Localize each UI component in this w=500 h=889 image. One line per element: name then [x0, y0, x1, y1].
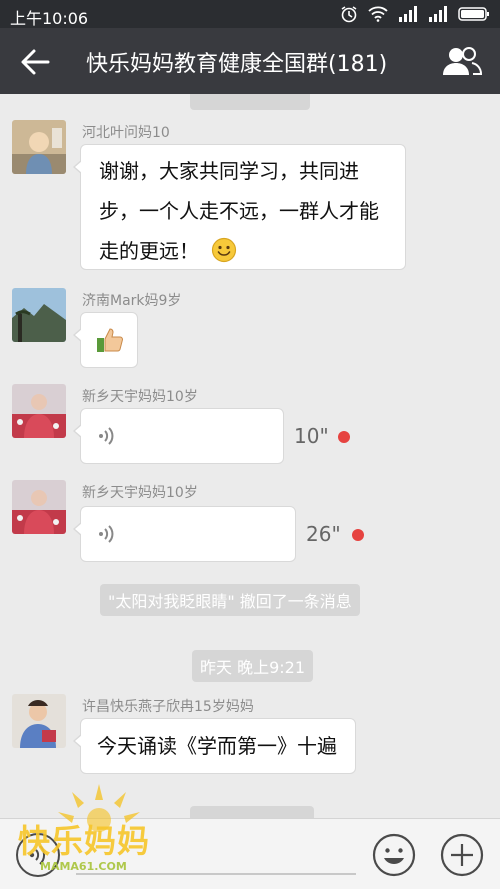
voice-duration: 26" [306, 522, 341, 546]
avatar[interactable] [12, 694, 66, 748]
sender-name: 济南Mark妈9岁 [82, 293, 182, 309]
signal-icon [429, 6, 447, 22]
sender-name: 许昌快乐燕子欣冉15岁妈妈 [82, 699, 254, 715]
chat-title: 快乐妈妈教育健康全国群(181) [86, 52, 388, 77]
status-time: 上午10:06 [10, 9, 89, 28]
text-message-bubble[interactable]: 谢谢，大家共同学习，共同进 步，一个人走不远，一群人才能 走的更远！ [73, 144, 406, 270]
timestamp-chip-partial [190, 94, 310, 110]
status-icons [340, 5, 490, 23]
voice-message-bubble[interactable] [73, 506, 296, 562]
status-bar: 上午10:06 [0, 0, 500, 28]
unread-dot [352, 529, 364, 541]
title-bar: 快乐妈妈教育健康全国群(181) [0, 28, 500, 94]
plus-button-icon[interactable] [440, 833, 484, 877]
avatar[interactable] [12, 288, 66, 342]
sender-name: 河北叶问妈10 [82, 125, 170, 141]
message-text: 今天诵读《学而第一》十遍 [97, 734, 337, 758]
signal-icon [399, 6, 417, 22]
recall-notice: "太阳对我眨眼睛" 撤回了一条消息 [100, 584, 360, 616]
emoji-button-icon[interactable] [372, 833, 416, 877]
avatar[interactable] [12, 384, 66, 438]
back-arrow-icon[interactable] [18, 45, 52, 79]
sender-name: 新乡天宇妈妈10岁 [82, 485, 198, 501]
timestamp-chip: 昨天 晚上9:21 [192, 650, 314, 682]
unread-dot [338, 431, 350, 443]
text-message-bubble[interactable]: 今天诵读《学而第一》十遍 [73, 718, 356, 774]
emoji-message-bubble[interactable] [73, 312, 138, 368]
voice-message-bubble[interactable] [73, 408, 284, 464]
battery-icon [458, 7, 489, 21]
voice-wave-icon [99, 525, 114, 543]
alarm-icon [341, 6, 357, 23]
smile-emoji-icon [212, 237, 237, 263]
message-list[interactable]: 河北叶问妈10 谢谢，大家共同学习，共同进 步，一个人走不远，一群人才能 走的更… [0, 94, 500, 818]
group-members-icon[interactable] [442, 44, 482, 78]
voice-wave-icon [99, 427, 114, 445]
thumbs-up-emoji-icon [97, 328, 123, 352]
avatar[interactable] [12, 120, 66, 174]
timestamp-chip-partial [190, 806, 314, 818]
wifi-icon [368, 6, 388, 22]
watermark-url: MAMA61.COM [40, 860, 127, 873]
voice-duration: 10" [294, 424, 329, 448]
message-text: 谢谢，大家共同学习，共同进 步，一个人走不远，一群人才能 走的更远！ [99, 159, 379, 263]
watermark-brand: 快乐妈妈 [18, 822, 151, 860]
avatar[interactable] [12, 480, 66, 534]
sender-name: 新乡天宇妈妈10岁 [82, 389, 198, 405]
